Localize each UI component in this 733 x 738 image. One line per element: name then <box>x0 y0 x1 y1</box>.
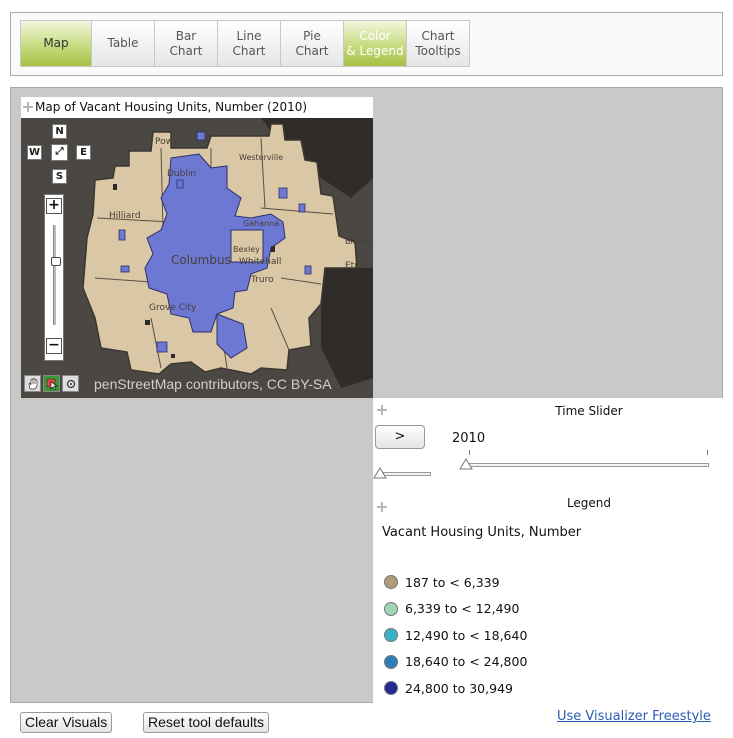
place-label: Whitehall <box>239 257 281 267</box>
current-year: 2010 <box>452 431 486 446</box>
map-attribution[interactable]: penStreetMap contributors, CC BY-SA <box>94 376 332 392</box>
slider-tick <box>469 450 470 455</box>
pan-west-button[interactable]: W <box>27 145 42 160</box>
pan-east-button[interactable]: E <box>76 145 91 160</box>
year-slider-thumb[interactable] <box>459 458 473 470</box>
legend-swatch <box>384 681 398 696</box>
zoom-out-button[interactable]: − <box>46 338 62 354</box>
slider-tick <box>707 450 708 455</box>
time-slider-legend-panel: Time Slider > 2010 Legend Vacant Housing… <box>373 398 723 703</box>
place-label: Powell <box>155 137 184 147</box>
place-label: Columbus <box>171 253 231 267</box>
place-label: Westerville <box>239 153 283 162</box>
place-label: Truro <box>250 275 274 285</box>
zoom-to-extent-icon[interactable]: ⤢ <box>51 144 68 161</box>
reset-tool-defaults-button[interactable]: Reset tool defaults <box>143 712 269 733</box>
tab-line-chart[interactable]: Line Chart <box>218 20 281 67</box>
map-toolbar <box>24 375 79 393</box>
tab-map[interactable]: Map <box>20 20 92 67</box>
visualizer-freestyle-link[interactable]: Use Visualizer Freestyle <box>557 709 711 724</box>
time-slider-title: Time Slider <box>555 404 623 418</box>
zoom-slider-rail[interactable] <box>53 225 56 325</box>
pan-north-button[interactable]: N <box>52 124 67 139</box>
place-label: Etna <box>345 261 365 271</box>
speed-slider-thumb[interactable] <box>373 467 387 479</box>
legend-label: 187 to < 6,339 <box>405 574 500 590</box>
zoom-slider-handle[interactable] <box>51 257 61 266</box>
tab-chart-tooltips[interactable]: Chart Tooltips <box>407 20 470 67</box>
zoom-in-button[interactable]: + <box>46 198 62 214</box>
place-label: Hilliard <box>109 211 141 221</box>
legend-item[interactable]: 18,640 to < 24,800 <box>384 649 527 676</box>
zoom-control: + − <box>44 194 64 361</box>
speed-slider-track[interactable] <box>383 472 431 476</box>
tab-pie-chart[interactable]: Pie Chart <box>281 20 344 67</box>
legend-variable: Vacant Housing Units, Number <box>382 525 582 540</box>
legend-label: 6,339 to < 12,490 <box>405 601 520 617</box>
legend-swatch <box>384 628 398 643</box>
legend-item[interactable]: 187 to < 6,339 <box>384 569 527 596</box>
identify-icon[interactable] <box>62 375 79 392</box>
tab-list: Map Table Bar Chart Line Chart Pie Chart… <box>20 20 470 67</box>
clear-visuals-button[interactable]: Clear Visuals <box>20 712 113 733</box>
year-slider-track[interactable] <box>465 463 709 467</box>
pan-hand-icon[interactable] <box>24 375 41 392</box>
map-panel[interactable]: Map of Vacant Housing Units, Number (201… <box>21 97 373 398</box>
place-label: Bexley <box>233 245 260 254</box>
move-handle-icon[interactable] <box>23 102 33 112</box>
tab-table[interactable]: Table <box>92 20 155 67</box>
legend-label: 24,800 to 30,949 <box>405 680 513 696</box>
map-title-bar: Map of Vacant Housing Units, Number (201… <box>21 97 373 118</box>
pan-south-button[interactable]: S <box>52 169 67 184</box>
legend-swatch <box>384 601 398 616</box>
place-label: Gahanna <box>243 219 279 228</box>
tab-bar-chart[interactable]: Bar Chart <box>155 20 218 67</box>
choropleth-map[interactable]: Powell Westerville Dublin Hilliard Gahan… <box>21 118 373 398</box>
legend-item[interactable]: 24,800 to 30,949 <box>384 675 527 702</box>
legend-label: 18,640 to < 24,800 <box>405 654 528 670</box>
visualization-workspace: Map of Vacant Housing Units, Number (201… <box>10 87 723 703</box>
select-arrow-icon[interactable] <box>43 375 60 392</box>
visualization-tab-bar: Map Table Bar Chart Line Chart Pie Chart… <box>10 12 723 76</box>
legend-item[interactable]: 6,339 to < 12,490 <box>384 596 527 623</box>
legend-swatch <box>384 575 398 590</box>
legend-list: 187 to < 6,339 6,339 to < 12,490 12,490 … <box>384 569 527 702</box>
legend-swatch <box>384 654 398 669</box>
legend-title: Legend <box>566 496 612 510</box>
legend-item[interactable]: 12,490 to < 18,640 <box>384 622 527 649</box>
place-label: Dublin <box>167 169 196 179</box>
place-label: Grove City <box>149 303 197 313</box>
tab-color-legend[interactable]: Color & Legend <box>344 20 407 67</box>
place-label: Blacklick <box>345 237 373 246</box>
map-title: Map of Vacant Housing Units, Number (201… <box>35 100 308 114</box>
legend-label: 12,490 to < 18,640 <box>405 627 528 643</box>
play-button[interactable]: > <box>375 425 425 449</box>
